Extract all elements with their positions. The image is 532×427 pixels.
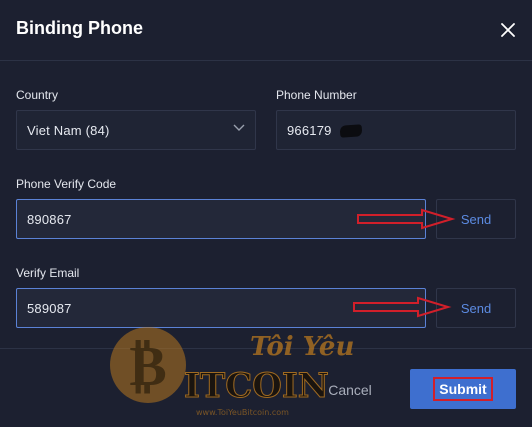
cancel-button[interactable]: Cancel (310, 370, 390, 410)
country-value: Viet Nam (84) (27, 122, 110, 138)
phone-number-label: Phone Number (276, 88, 357, 102)
phone-verify-label: Phone Verify Code (16, 177, 117, 191)
verify-email-value: 589087 (27, 300, 72, 316)
cancel-label: Cancel (328, 382, 372, 398)
submit-label: Submit (433, 377, 493, 401)
arrow-annotation-icon (357, 208, 456, 230)
close-icon (501, 23, 515, 37)
watermark-line2: ITCOIN (184, 366, 329, 406)
phone-number-input[interactable]: 966179 (276, 110, 516, 150)
redaction-mark (339, 124, 363, 138)
watermark-url: www.ToiYeuBitcoin.com (196, 408, 289, 417)
phone-number-value: 966179 (287, 122, 332, 138)
email-send-label: Send (460, 300, 492, 316)
phone-verify-value: 890867 (27, 211, 72, 227)
country-label: Country (16, 88, 59, 102)
submit-button[interactable]: Submit (410, 369, 516, 409)
svg-text:₿: ₿ (129, 333, 166, 399)
chevron-down-icon (233, 124, 245, 131)
close-button[interactable] (492, 14, 524, 46)
verify-email-label: Verify Email (16, 266, 80, 280)
phone-send-label: Send (460, 211, 492, 227)
header-divider (0, 60, 532, 61)
country-select[interactable]: Viet Nam (84) (16, 110, 256, 150)
dialog-title: Binding Phone (16, 18, 143, 38)
binding-phone-dialog: Binding Phone Country Viet Nam (84) Phon… (0, 0, 532, 427)
arrow-annotation-icon (353, 296, 452, 318)
watermark-line1: Tôi Yêu (250, 332, 354, 362)
footer-divider (0, 348, 532, 349)
